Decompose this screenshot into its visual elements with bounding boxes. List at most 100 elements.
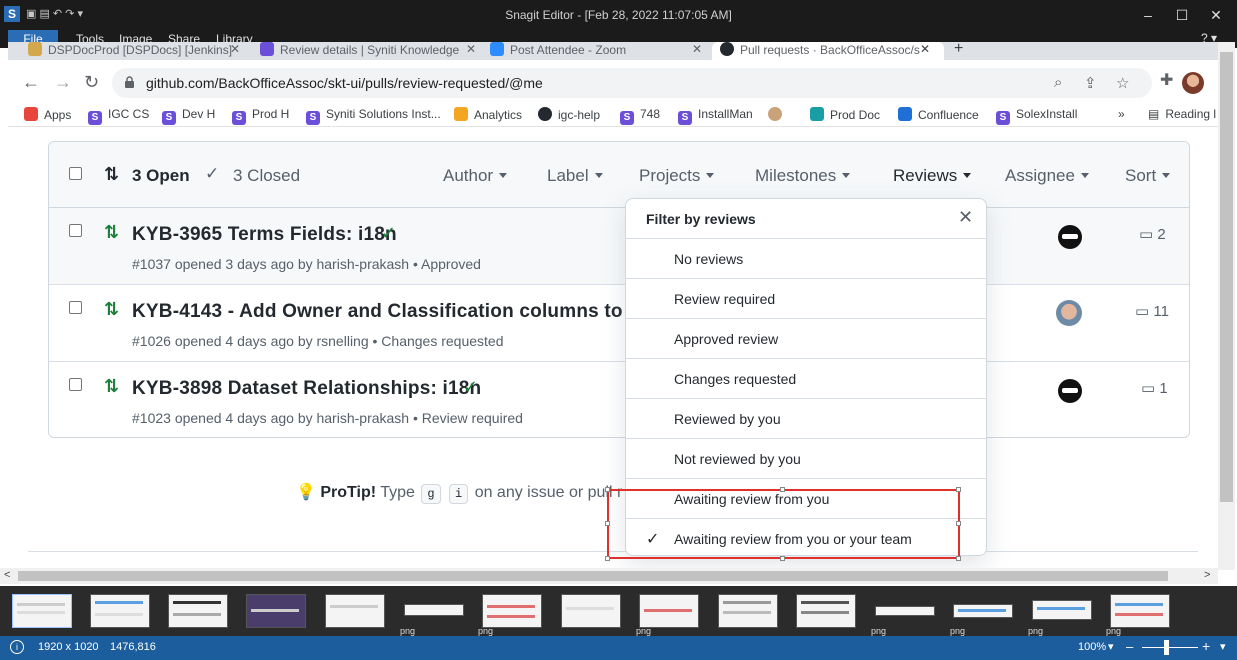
bookmark-solexinstall[interactable]: S SolexInstall xyxy=(996,107,1077,125)
pull-request-row[interactable]: ⇅ KYB-4143 - Add Owner and Classificatio… xyxy=(49,285,1189,362)
tray-thumbnail[interactable] xyxy=(639,594,699,628)
checks-passed-icon[interactable]: ✓ xyxy=(463,377,478,398)
tray-thumbnail[interactable] xyxy=(12,594,72,628)
bookmark-avatar[interactable] xyxy=(768,107,788,122)
pull-request-row[interactable]: ⇅ KYB-3898 Dataset Relationships: i18n ✓… xyxy=(49,362,1189,437)
maximize-icon[interactable]: ☐ xyxy=(1164,4,1200,26)
resize-handle[interactable] xyxy=(780,556,785,561)
scrollbar-thumb[interactable] xyxy=(18,571,1168,581)
new-tab-icon[interactable]: + xyxy=(954,42,963,58)
browser-tab-jenkins[interactable]: DSPDocProd [DSPDocs] [Jenkins] xyxy=(28,42,248,60)
zoom-dropdown-icon[interactable]: ▾ xyxy=(1108,640,1114,653)
tray-thumbnail[interactable] xyxy=(1110,594,1170,628)
bookmark-analytics[interactable]: Analytics xyxy=(454,107,522,122)
bookmark-confluence[interactable]: Confluence xyxy=(898,107,979,122)
vertical-scrollbar[interactable] xyxy=(1218,42,1235,570)
row-checkbox[interactable] xyxy=(69,224,82,237)
scroll-right-icon[interactable]: > xyxy=(1204,569,1210,581)
close-tab-icon[interactable]: ✕ xyxy=(466,42,476,56)
tray-thumbnail[interactable] xyxy=(482,594,542,628)
close-window-icon[interactable]: ✕ xyxy=(1198,4,1234,26)
zoom-search-icon[interactable]: ⌕ xyxy=(1054,74,1062,91)
bookmarks-overflow[interactable]: » xyxy=(1118,107,1125,121)
review-option-not-reviewed-by-you[interactable]: Not reviewed by you xyxy=(626,439,986,479)
bookmark-prod-doc[interactable]: Prod Doc xyxy=(810,107,880,122)
bookmark-apps[interactable]: Apps xyxy=(24,107,71,122)
comment-count[interactable]: ▭ 11 xyxy=(1135,302,1169,320)
reading-list[interactable]: ▤ Reading l xyxy=(1148,107,1216,121)
bookmark-star-icon[interactable]: ☆ xyxy=(1116,74,1129,92)
close-icon[interactable]: ✕ xyxy=(958,207,973,228)
forward-icon[interactable]: → xyxy=(54,72,72,93)
resize-handle[interactable] xyxy=(956,487,961,492)
tray-thumbnail[interactable] xyxy=(168,594,228,628)
review-option-reviewed-by-you[interactable]: Reviewed by you xyxy=(626,399,986,439)
filter-projects[interactable]: Projects xyxy=(639,166,715,186)
bookmark-748[interactable]: S 748 xyxy=(620,107,660,125)
bookmark-igc-cs[interactable]: S IGC CS xyxy=(88,107,149,125)
browser-tab-pull-requests[interactable]: Pull requests · BackOfficeAssoc/s xyxy=(712,42,944,60)
zoom-in-icon[interactable]: + xyxy=(1202,638,1210,654)
tray-thumbnail[interactable] xyxy=(953,604,1013,618)
tray-thumbnail[interactable] xyxy=(90,594,150,628)
tray-thumbnail[interactable] xyxy=(404,604,464,616)
scroll-left-icon[interactable]: < xyxy=(4,569,10,581)
browser-tab-review-details[interactable]: Review details | Syniti Knowledge xyxy=(260,42,460,60)
row-checkbox[interactable] xyxy=(69,301,82,314)
tray-thumbnail[interactable] xyxy=(1032,600,1092,620)
zoom-slider-track[interactable] xyxy=(1142,647,1198,648)
filter-reviews[interactable]: Reviews xyxy=(893,166,972,186)
profile-avatar[interactable] xyxy=(1182,72,1204,94)
comment-count[interactable]: ▭ 1 xyxy=(1141,379,1168,397)
close-tab-icon[interactable]: ✕ xyxy=(230,42,240,56)
resize-handle[interactable] xyxy=(605,556,610,561)
comment-count[interactable]: ▭ 2 xyxy=(1139,225,1166,243)
filter-sort[interactable]: Sort xyxy=(1125,166,1171,186)
bookmark-igc-help[interactable]: igc-help xyxy=(538,107,600,122)
zoom-out-icon[interactable]: – xyxy=(1126,639,1133,654)
horizontal-scrollbar[interactable]: < > xyxy=(0,568,1218,584)
avatar[interactable] xyxy=(1058,379,1082,403)
review-option-review-required[interactable]: Review required xyxy=(626,279,986,319)
select-all-checkbox[interactable] xyxy=(69,167,82,180)
avatar[interactable] xyxy=(1058,225,1082,249)
resize-handle[interactable] xyxy=(956,521,961,526)
pull-request-row[interactable]: ⇅ KYB-3965 Terms Fields: i18n ✓ #1037 op… xyxy=(49,208,1189,285)
filter-label[interactable]: Label xyxy=(547,166,603,186)
browser-tab-zoom[interactable]: Post Attendee - Zoom xyxy=(490,42,690,60)
avatar[interactable] xyxy=(1056,300,1082,326)
close-tab-icon[interactable]: ✕ xyxy=(920,42,930,56)
filter-milestones[interactable]: Milestones xyxy=(755,166,851,186)
resize-handle[interactable] xyxy=(605,487,610,492)
address-bar[interactable]: github.com/BackOfficeAssoc/skt-ui/pulls/… xyxy=(112,68,1152,98)
bookmark-prod-h[interactable]: S Prod H xyxy=(232,107,289,125)
review-option-changes-requested[interactable]: Changes requested xyxy=(626,359,986,399)
filter-author[interactable]: Author xyxy=(443,166,508,186)
reload-icon[interactable]: ↻ xyxy=(84,72,99,93)
share-icon[interactable]: ⇪ xyxy=(1084,74,1097,92)
pull-request-title[interactable]: KYB-3965 Terms Fields: i18n xyxy=(132,224,397,246)
bookmark-dev-h[interactable]: S Dev H xyxy=(162,107,215,125)
resize-handle[interactable] xyxy=(956,556,961,561)
bookmark-syniti-solutions[interactable]: S Syniti Solutions Inst... xyxy=(306,107,441,125)
tray-thumbnail[interactable] xyxy=(875,606,935,616)
annotation-rectangle[interactable] xyxy=(607,489,960,559)
pull-request-title[interactable]: KYB-3898 Dataset Relationships: i18n xyxy=(132,378,481,400)
tray-thumbnail[interactable] xyxy=(561,594,621,628)
minimize-icon[interactable]: – xyxy=(1130,4,1166,26)
zoom-level[interactable]: 100% xyxy=(1078,641,1106,653)
tray-thumbnail[interactable] xyxy=(718,594,778,628)
pull-request-title[interactable]: KYB-4143 - Add Owner and Classification … xyxy=(132,301,659,323)
review-option-approved[interactable]: Approved review xyxy=(626,319,986,359)
tray-thumbnail[interactable] xyxy=(325,594,385,628)
row-checkbox[interactable] xyxy=(69,378,82,391)
close-tab-icon[interactable]: ✕ xyxy=(692,42,702,56)
filter-assignee[interactable]: Assignee xyxy=(1005,166,1089,186)
scrollbar-thumb[interactable] xyxy=(1220,52,1233,502)
tray-thumbnail[interactable] xyxy=(796,594,856,628)
resize-handle[interactable] xyxy=(780,487,785,492)
extensions-icon[interactable]: ✚ xyxy=(1160,70,1173,90)
open-count[interactable]: 3 Open xyxy=(132,166,190,186)
closed-count[interactable]: 3 Closed xyxy=(233,166,300,186)
review-option-no-reviews[interactable]: No reviews xyxy=(626,239,986,279)
